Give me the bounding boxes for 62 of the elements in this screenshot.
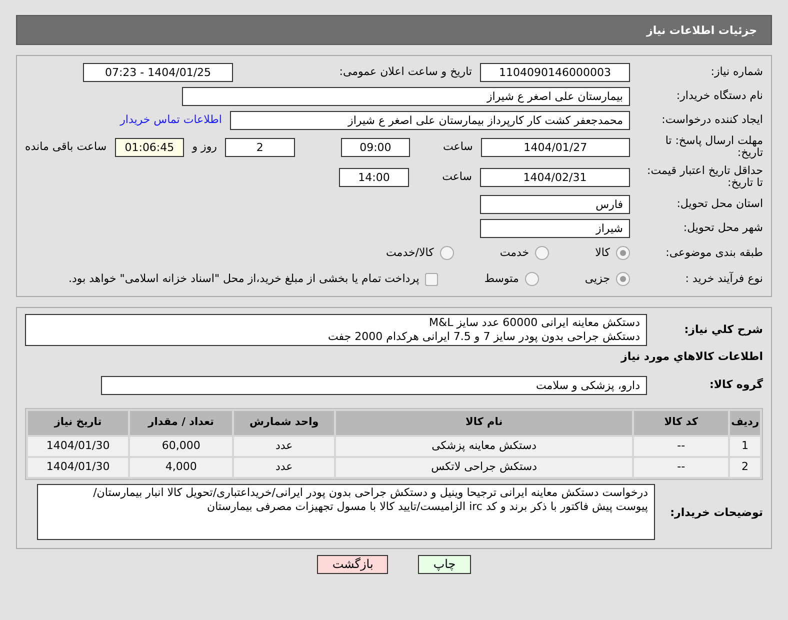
notes-line: درخواست دستکش معاینه ایرانی ترجیحا وینیل و دستکش جراحی بدون پودر ایرانی/خریداعتباری/تحویل کالا انبار بیمارستان/ xyxy=(92,486,648,500)
table-cell: دستکش معاینه پزشکی xyxy=(336,436,632,456)
remaining-time-field: 01:06:45 xyxy=(114,138,184,156)
column-header: ردیف xyxy=(730,410,760,434)
back-button[interactable]: بازگشت xyxy=(317,554,388,574)
option-label: متوسط xyxy=(484,270,519,287)
time-label: ساعت xyxy=(441,168,472,185)
column-header: واحد شمارش xyxy=(234,410,334,434)
field-label: نوع فرآیند خرید : xyxy=(684,272,763,286)
field-label: شهر محل تحویل: xyxy=(682,222,763,234)
radio-button[interactable] xyxy=(440,246,454,260)
checkbox[interactable] xyxy=(425,272,438,286)
table-cell: 4,000 xyxy=(130,458,232,476)
table-cell: 1 xyxy=(730,436,760,456)
field-label: ایجاد کننده درخواست: xyxy=(660,114,763,126)
column-header: نام کالا xyxy=(336,410,632,434)
radio-button[interactable] xyxy=(524,272,539,286)
checkbox-label: پرداخت تمام یا بخشی از مبلغ خرید،از محل "اسناد خزانه اسلامی" خواهد بود. xyxy=(68,270,420,287)
table-cell: دستکش جراحی لاتکس xyxy=(336,458,632,476)
table-cell: 60,000 xyxy=(130,436,232,456)
column-header: کد کالا xyxy=(634,410,728,434)
option-label: خدمت xyxy=(500,244,530,261)
time-field: 14:00 xyxy=(339,168,409,186)
page-title: جزئیات اطلاعات نیاز xyxy=(16,15,772,45)
table-cell: 1404/01/30 xyxy=(28,436,128,456)
field-label: شماره نیاز: xyxy=(710,66,763,78)
column-header: تاریخ نیاز xyxy=(28,410,128,434)
field-label: شرح کلي نياز: xyxy=(683,324,763,336)
table-cell: عدد xyxy=(234,458,334,476)
table-cell: 1404/01/30 xyxy=(28,458,128,476)
time-field: 09:00 xyxy=(340,138,410,156)
field-label: تاریخ و ساعت اعلان عمومی: xyxy=(339,64,472,80)
field-label: استان محل تحویل: xyxy=(676,198,763,210)
notes-line: پیوست پیش فاکتور با ذکر برند و کد irc الزامیست/تایید کالا با مسول تجهیزات مصرفی بیمارستان xyxy=(206,500,648,514)
field-label: توضیحات خریدار: xyxy=(669,507,763,520)
contact-link[interactable]: اطلاعات تماس خریدار xyxy=(120,112,222,128)
field-label: نام دستگاه خریدار: xyxy=(675,90,763,102)
section-heading: اطلاعات كالاهاي مورد نياز xyxy=(620,349,763,365)
description-line: دستکش معاینه ایرانی 60000 عدد سایز M&L xyxy=(428,316,640,330)
remaining-label: ساعت باقی مانده xyxy=(25,138,107,155)
time-label: ساعت xyxy=(442,138,473,155)
date-field: 1404/02/31 xyxy=(480,168,630,186)
table-cell: -- xyxy=(634,436,728,456)
days-field: 2 xyxy=(225,138,295,156)
field-label: طبقه بندی موضوعی: xyxy=(664,246,763,260)
date-field: 1404/01/27 xyxy=(480,138,630,156)
option-label: جزیی xyxy=(584,270,610,287)
field-label: حداقل تاریخ اعتبار قیمت: تا تاریخ: xyxy=(646,164,763,190)
radio-button[interactable] xyxy=(535,246,550,260)
option-label: کالا/خدمت xyxy=(386,244,434,261)
print-button[interactable]: چاپ xyxy=(418,554,471,574)
table-cell: 2 xyxy=(730,458,760,476)
days-label: روز و xyxy=(192,138,217,155)
radio-button[interactable] xyxy=(616,272,630,286)
radio-button[interactable] xyxy=(616,246,630,260)
table-cell: عدد xyxy=(234,436,334,456)
description-line: دستکش جراحی بدون پودر سایز 7 و 7.5 ایرانی هرکدام 2000 جفت xyxy=(327,330,640,344)
column-header: تعداد / مقدار xyxy=(130,410,232,434)
option-label: کالا xyxy=(595,244,610,261)
table-cell: -- xyxy=(634,458,728,476)
field-label: گروه کالا: xyxy=(708,379,763,392)
field-label: مهلت ارسال پاسخ: تا تاریخ: xyxy=(664,134,763,160)
